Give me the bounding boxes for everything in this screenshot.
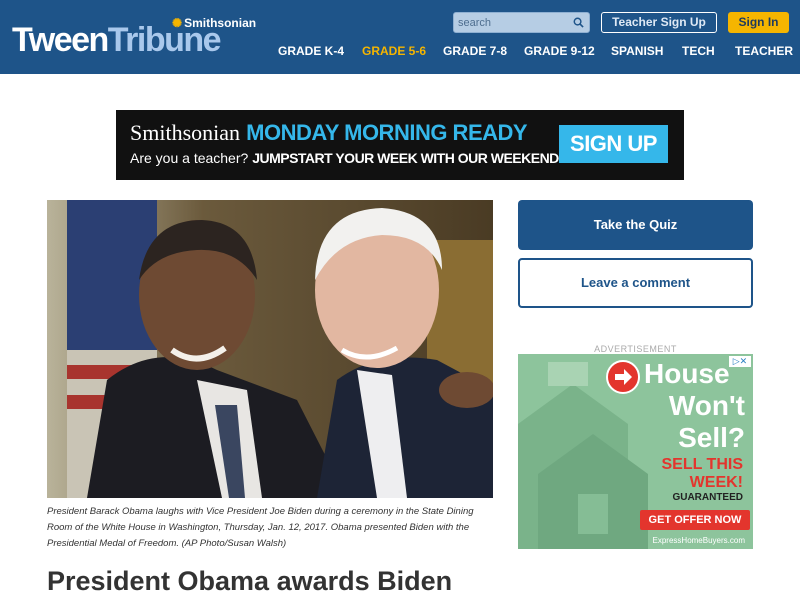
ad-brand: ExpressHomeBuyers.com — [652, 536, 745, 545]
leave-comment-button[interactable]: Leave a comment — [518, 258, 753, 308]
ad-week: WEEK! — [689, 474, 743, 491]
nav-grade-7-8[interactable]: GRADE 7-8 — [443, 43, 507, 59]
nav-grade-k4[interactable]: GRADE K-4 — [278, 43, 344, 59]
teacher-signup-button[interactable]: Teacher Sign Up — [601, 12, 717, 33]
ad-get-offer-button[interactable]: GET OFFER NOW — [640, 510, 750, 530]
advertisement-label: ADVERTISEMENT — [594, 344, 677, 354]
nav-grade-5-6[interactable]: GRADE 5-6 — [362, 43, 426, 59]
article-photo — [47, 200, 493, 498]
house-ad[interactable]: ▷✕ House Won't Sell? SELL THIS WEEK! GUA… — [518, 354, 753, 549]
ad-headline-3: Sell? — [678, 422, 745, 453]
newsletter-banner-ad[interactable]: Smithsonian MONDAY MORNING READY Are you… — [116, 110, 684, 180]
search-icon[interactable] — [573, 17, 584, 28]
tweentribune-logo[interactable]: ✺ Smithsonian TweenTribune — [12, 16, 256, 60]
logo-tribune: Tribune — [107, 21, 222, 59]
ad-sell-this: SELL THIS — [661, 456, 744, 473]
site-header: ✺Smithsonian TweenTribune Teacher Sign U… — [0, 0, 800, 74]
logo-tween: Tween — [12, 21, 109, 59]
signin-button[interactable]: Sign In — [728, 12, 789, 33]
ad-guaranteed: GUARANTEED — [672, 492, 743, 503]
logo-wordmark: TweenTribune — [12, 21, 222, 59]
take-quiz-button[interactable]: Take the Quiz — [518, 200, 753, 250]
banner-title: Smithsonian MONDAY MORNING READY — [130, 120, 528, 145]
search-input[interactable] — [458, 15, 570, 30]
nav-teacher[interactable]: TEACHER — [735, 43, 793, 59]
article-headline: President Obama awards Biden — [47, 566, 453, 596]
nav-grade-9-12[interactable]: GRADE 9-12 — [524, 43, 595, 59]
ad-headline-1: House — [644, 358, 730, 389]
nav-tech[interactable]: TECH — [682, 43, 715, 59]
ad-choices-icon[interactable]: ▷✕ — [729, 356, 751, 367]
photo-caption: President Barack Obama laughs with Vice … — [47, 506, 474, 549]
ad-headline-2: Won't — [668, 390, 745, 421]
nav-spanish[interactable]: SPANISH — [611, 43, 663, 59]
arrow-right-icon — [606, 360, 640, 394]
search-box[interactable] — [453, 12, 590, 33]
banner-signup-button[interactable]: SIGN UP — [559, 125, 668, 163]
photo-illustration — [47, 200, 493, 498]
